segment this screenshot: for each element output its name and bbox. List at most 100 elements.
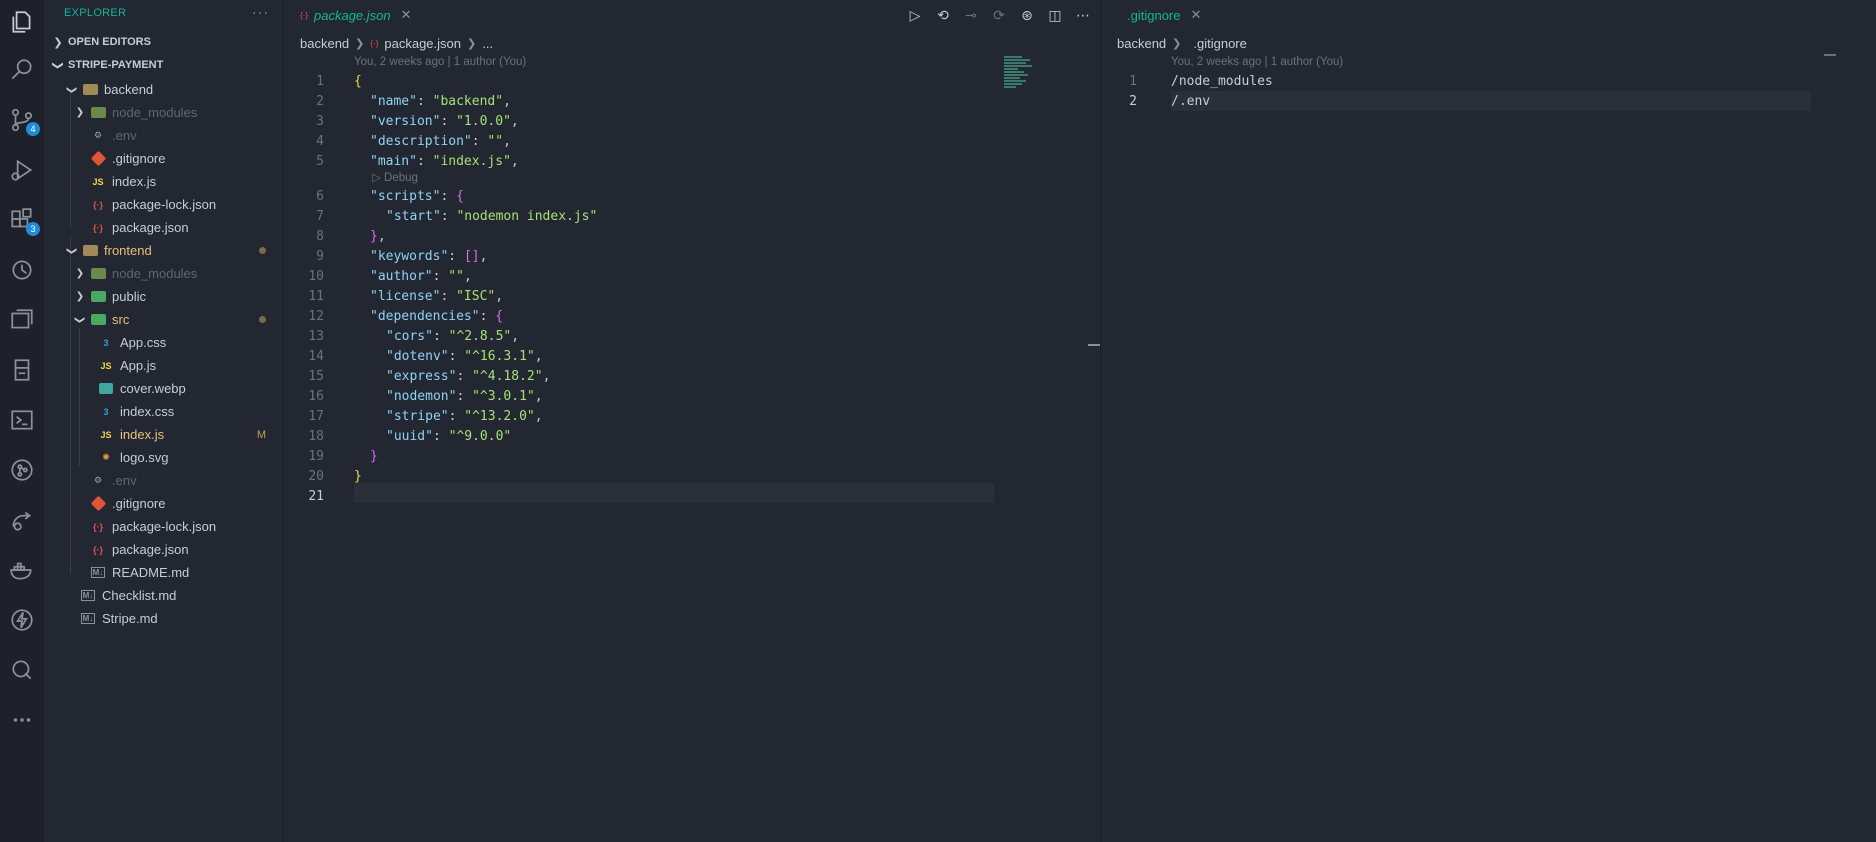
tree-folder-node-modules[interactable]: ❯ node_modules [44, 262, 284, 285]
quokka-icon[interactable] [6, 654, 38, 686]
code-line[interactable]: "dependencies": { [370, 306, 503, 326]
tree-file-gitignore[interactable]: .gitignore [44, 147, 284, 170]
code-line[interactable]: "version": "1.0.0", [370, 111, 519, 131]
tree-file-env[interactable]: ⚙ .env [44, 469, 284, 492]
tree-file-index-css[interactable]: 3 index.css [44, 400, 284, 423]
code-line[interactable]: "dotenv": "^16.3.1", [386, 346, 543, 366]
close-icon[interactable]: ✕ [401, 7, 412, 23]
more-actions-icon[interactable]: ··· [252, 4, 269, 20]
tree-file-env[interactable]: ⚙ .env [44, 124, 284, 147]
more-views-icon[interactable] [6, 704, 38, 736]
open-editors-section[interactable]: ❯ OPEN EDITORS [44, 32, 284, 52]
code-line[interactable]: /node_modules [1171, 71, 1273, 91]
code-line[interactable]: { [354, 71, 362, 91]
live-share-icon[interactable] [6, 504, 38, 536]
json-icon: {·} [370, 38, 379, 48]
code-line[interactable]: /.env [1171, 91, 1210, 111]
thunder-client-icon[interactable] [6, 604, 38, 636]
git-graph-icon[interactable] [6, 454, 38, 486]
terminal-icon[interactable] [6, 404, 38, 436]
code-line[interactable]: } [370, 446, 378, 466]
code-line[interactable]: "name": "backend", [370, 91, 511, 111]
go-back-icon[interactable]: ⟲ [934, 7, 952, 24]
activity-bar: 4 3 [0, 0, 44, 842]
tree-label: package.json [112, 542, 189, 557]
line-number: 20 [308, 469, 324, 484]
tree-label: Stripe.md [102, 611, 158, 626]
tree-file-index-js[interactable]: JS index.js M [44, 423, 284, 446]
remote-explorer-icon[interactable] [6, 304, 38, 336]
scrollbar-marker[interactable] [1824, 54, 1836, 56]
line-number: 16 [308, 389, 324, 404]
breadcrumb-item[interactable]: backend [300, 36, 349, 51]
run-debug-icon[interactable] [6, 154, 38, 186]
tree-file-app-css[interactable]: 3 App.css [44, 331, 284, 354]
timeline-icon[interactable] [6, 254, 38, 286]
code-line[interactable]: "keywords": [], [370, 246, 487, 266]
tab-gitignore[interactable]: .gitignore ✕ [1109, 0, 1211, 30]
scrollbar-marker[interactable] [1088, 344, 1100, 346]
code-line[interactable]: "nodemon": "^3.0.1", [386, 386, 543, 406]
database-icon[interactable] [6, 354, 38, 386]
git-blame-info[interactable]: You, 2 weeks ago | 1 author (You) [1171, 56, 1343, 68]
breadcrumb-item[interactable]: ... [482, 36, 493, 51]
run-icon[interactable]: ▷ [906, 7, 924, 24]
code-line[interactable]: }, [370, 226, 386, 246]
code-line[interactable]: "start": "nodemon index.js" [386, 206, 597, 226]
source-control-icon[interactable]: 4 [6, 104, 40, 136]
explorer-icon[interactable] [6, 6, 38, 38]
tree-file-package-json[interactable]: {·} package.json [44, 538, 284, 561]
go-forward-icon[interactable]: ⟳ [990, 7, 1008, 24]
code-line[interactable]: "express": "^4.18.2", [386, 366, 550, 386]
breadcrumb-item[interactable]: .gitignore [1193, 36, 1246, 51]
code-line[interactable]: "author": "", [370, 266, 472, 286]
split-editor-icon[interactable]: ◫ [1046, 7, 1064, 24]
code-line[interactable]: "scripts": { [370, 186, 464, 206]
tree-file-index-js[interactable]: JS index.js [44, 170, 284, 193]
tree-file-gitignore[interactable]: .gitignore [44, 492, 284, 515]
docker-icon[interactable] [6, 554, 38, 586]
breadcrumb-item[interactable]: backend [1117, 36, 1166, 51]
code-line[interactable]: "uuid": "^9.0.0" [386, 426, 511, 446]
chevron-right-icon: ❯ [1172, 37, 1182, 50]
tree-folder-node-modules[interactable]: ❯ node_modules [44, 101, 284, 124]
tree-file-package-lock[interactable]: {·} package-lock.json [44, 193, 284, 216]
tree-file-checklist[interactable]: M↓ Checklist.md [44, 584, 284, 607]
tree-file-cover-webp[interactable]: cover.webp [44, 377, 284, 400]
breadcrumb-item[interactable]: package.json [384, 36, 461, 51]
tree-label: Checklist.md [102, 588, 177, 603]
tree-folder-backend[interactable]: ❯ backend [44, 78, 284, 101]
tree-file-stripe-md[interactable]: M↓ Stripe.md [44, 607, 284, 630]
code-line[interactable]: "description": "", [370, 131, 511, 151]
git-blame-info[interactable]: You, 2 weeks ago | 1 author (You) [354, 56, 526, 68]
breadcrumb: backend ❯ .gitignore [1117, 34, 1247, 52]
search-icon[interactable] [6, 54, 38, 86]
tree-file-readme[interactable]: M↓ README.md [44, 561, 284, 584]
git-compare-icon[interactable]: ⊛ [1018, 7, 1036, 24]
close-icon[interactable]: ✕ [1190, 7, 1201, 23]
code-line[interactable]: "stripe": "^13.2.0", [386, 406, 543, 426]
extensions-icon[interactable]: 3 [6, 204, 40, 236]
code-line[interactable]: "license": "ISC", [370, 286, 503, 306]
line-number: 13 [308, 329, 324, 344]
tree-folder-frontend[interactable]: ❯ frontend [44, 239, 284, 262]
git-commit-icon[interactable]: ⊸ [962, 7, 980, 24]
code-line[interactable]: "main": "index.js", [370, 151, 519, 171]
code-line[interactable]: } [354, 466, 362, 486]
workspace-label: STRIPE-PAYMENT [68, 59, 164, 71]
editor-package-json: {·} package.json ✕ ▷ ⟲ ⊸ ⟳ ⊛ ◫ ⋯ backend… [284, 0, 1100, 842]
tree-file-app-js[interactable]: JS App.js [44, 354, 284, 377]
tree-folder-src[interactable]: ❯ src [44, 308, 284, 331]
tree-file-package-json[interactable]: {·} package.json [44, 216, 284, 239]
explorer-sidebar: EXPLORER ··· ❯ OPEN EDITORS ❯ STRIPE-PAY… [44, 0, 284, 842]
debug-codelens[interactable]: ▷ Debug [372, 170, 418, 184]
tree-folder-public[interactable]: ❯ public [44, 285, 284, 308]
tree-file-package-lock[interactable]: {·} package-lock.json [44, 515, 284, 538]
tree-file-logo-svg[interactable]: ✺ logo.svg [44, 446, 284, 469]
tab-package-json[interactable]: {·} package.json ✕ [290, 0, 422, 30]
more-actions-icon[interactable]: ⋯ [1074, 7, 1092, 24]
code-line[interactable]: "cors": "^2.8.5", [386, 326, 519, 346]
chevron-right-icon: ❯ [75, 268, 85, 279]
workspace-section[interactable]: ❯ STRIPE-PAYMENT [44, 55, 284, 75]
minimap[interactable] [1004, 56, 1034, 96]
